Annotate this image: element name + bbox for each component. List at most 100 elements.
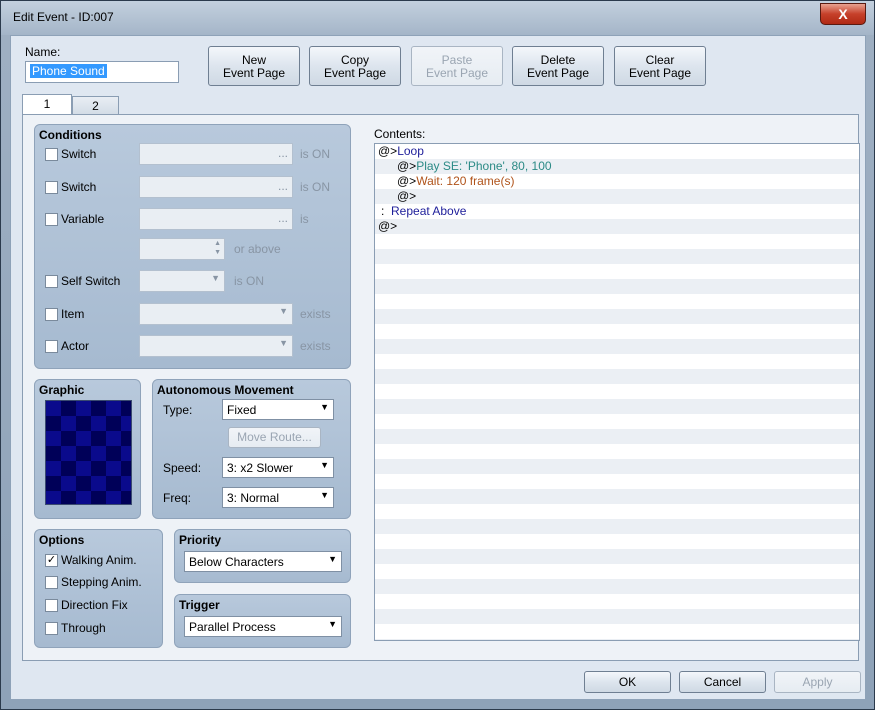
event-page-panel: Conditions Switch ... is ON Switch ... i… [22,114,860,661]
switch1-checkbox[interactable] [45,148,58,161]
freq-select-value: 3: Normal [227,491,280,505]
clear-event-page-label-line2: Event Page [628,66,692,80]
move-route-button[interactable]: Move Route... [228,427,321,448]
trigger-title: Trigger [179,598,220,612]
switch1-label: Switch [61,147,97,161]
priority-group: Priority Below Characters ▼ [174,529,351,583]
direction-fix-checkbox[interactable] [45,599,58,612]
tab-page-1[interactable]: 1 [22,94,72,116]
through-checkbox[interactable] [45,622,58,635]
options-group: Options ✓ Walking Anim. Stepping Anim. D… [34,529,163,648]
tab-page-2-label: 2 [92,99,99,113]
cancel-label: Cancel [703,675,742,689]
autonomous-movement-group: Autonomous Movement Type: Fixed ▼ Move R… [152,379,351,519]
self-switch-select[interactable]: ▼ [139,270,225,292]
switch2-field[interactable]: ... [139,176,293,198]
title-bar[interactable]: Edit Event - ID:007 X [1,1,874,35]
speed-label: Speed: [163,461,202,475]
contents-list[interactable]: @>Loop @>Play SE: 'Phone', 80, 100 @>Wai… [374,143,860,641]
chevron-down-icon: ▼ [328,554,337,564]
variable-label: Variable [61,212,105,226]
actor-select[interactable]: ▼ [139,335,293,357]
list-item[interactable]: @> [397,189,416,204]
delete-event-page-button[interactable]: Delete Event Page [512,46,604,86]
apply-button[interactable]: Apply [774,671,861,693]
type-select-value: Fixed [227,403,257,417]
stepping-anim-checkbox[interactable] [45,576,58,589]
switch1-field[interactable]: ... [139,143,293,165]
direction-fix-label: Direction Fix [61,598,128,612]
line-text: Loop [397,144,424,158]
speed-select[interactable]: 3: x2 Slower ▼ [222,457,334,478]
self-switch-label: Self Switch [61,274,121,288]
chevron-down-icon: ▼ [320,402,329,412]
freq-select[interactable]: 3: Normal ▼ [222,487,334,508]
name-label: Name: [25,45,61,59]
speed-select-value: 3: x2 Slower [227,461,294,475]
line-prefix: @> [397,189,417,203]
chevron-down-icon: ▼ [328,619,337,629]
ok-label: OK [618,675,637,689]
trigger-select-value: Parallel Process [189,620,276,634]
actor-checkbox[interactable] [45,340,58,353]
item-label: Item [61,307,85,321]
name-input[interactable]: Phone Sound [25,61,179,83]
variable-browse-icon: ... [277,211,288,225]
new-event-page-button[interactable]: New Event Page [208,46,300,86]
close-button[interactable]: X [820,3,866,25]
options-title: Options [39,533,85,547]
new-event-page-label-line2: Event Page [222,66,286,80]
switch2-suffix: is ON [300,180,330,194]
self-switch-checkbox[interactable] [45,275,58,288]
switch2-label: Switch [61,180,97,194]
cancel-button[interactable]: Cancel [679,671,766,693]
clear-event-page-button[interactable]: Clear Event Page [614,46,706,86]
conditions-title: Conditions [39,128,102,142]
stepping-anim-label: Stepping Anim. [61,575,142,589]
tab-page-1-label: 1 [43,97,51,111]
graphic-title: Graphic [39,383,85,397]
delete-event-page-label-line2: Event Page [526,66,590,80]
ok-button[interactable]: OK [584,671,671,693]
list-item[interactable]: : Repeat Above [381,204,466,219]
trigger-group: Trigger Parallel Process ▼ [174,594,351,648]
type-label: Type: [163,403,193,417]
copy-event-page-button[interactable]: Copy Event Page [309,46,401,86]
walking-anim-checkbox[interactable]: ✓ [45,554,58,567]
list-item[interactable]: @>Play SE: 'Phone', 80, 100 [397,159,552,174]
switch2-browse-icon: ... [277,179,288,193]
contents-label: Contents: [374,127,426,141]
type-select[interactable]: Fixed ▼ [222,399,334,420]
line-text: Repeat Above [391,204,467,218]
window-title: Edit Event - ID:007 [13,10,114,24]
variable-value-spinner[interactable]: ▲ ▼ [139,238,225,260]
variable-checkbox[interactable] [45,213,58,226]
item-suffix: exists [300,307,331,321]
priority-title: Priority [179,533,222,547]
spinner-arrows-icon: ▲ ▼ [214,240,221,256]
check-icon: ✓ [46,554,57,566]
self-switch-suffix: is ON [234,274,264,288]
item-select[interactable]: ▼ [139,303,293,325]
priority-select[interactable]: Below Characters ▼ [184,551,342,572]
list-item[interactable]: @> [378,219,397,234]
conditions-group: Conditions Switch ... is ON Switch ... i… [34,124,351,369]
trigger-select[interactable]: Parallel Process ▼ [184,616,342,637]
name-input-value: Phone Sound [30,64,107,78]
switch2-checkbox[interactable] [45,181,58,194]
paste-event-page-button[interactable]: Paste Event Page [411,46,503,86]
autonomous-movement-title: Autonomous Movement [157,383,294,397]
line-prefix: : [381,204,385,218]
chevron-down-icon: ▼ [320,460,329,470]
walking-anim-label: Walking Anim. [61,553,137,567]
line-prefix: @> [378,219,398,233]
edit-event-window: Edit Event - ID:007 X Name: Phone Sound … [0,0,875,710]
list-item[interactable]: @>Loop [378,144,424,159]
graphic-preview[interactable] [45,400,132,505]
item-checkbox[interactable] [45,308,58,321]
close-icon: X [838,6,848,22]
line-prefix: @> [378,144,398,158]
variable-field[interactable]: ... [139,208,293,230]
priority-select-value: Below Characters [189,555,284,569]
list-item[interactable]: @>Wait: 120 frame(s) [397,174,514,189]
